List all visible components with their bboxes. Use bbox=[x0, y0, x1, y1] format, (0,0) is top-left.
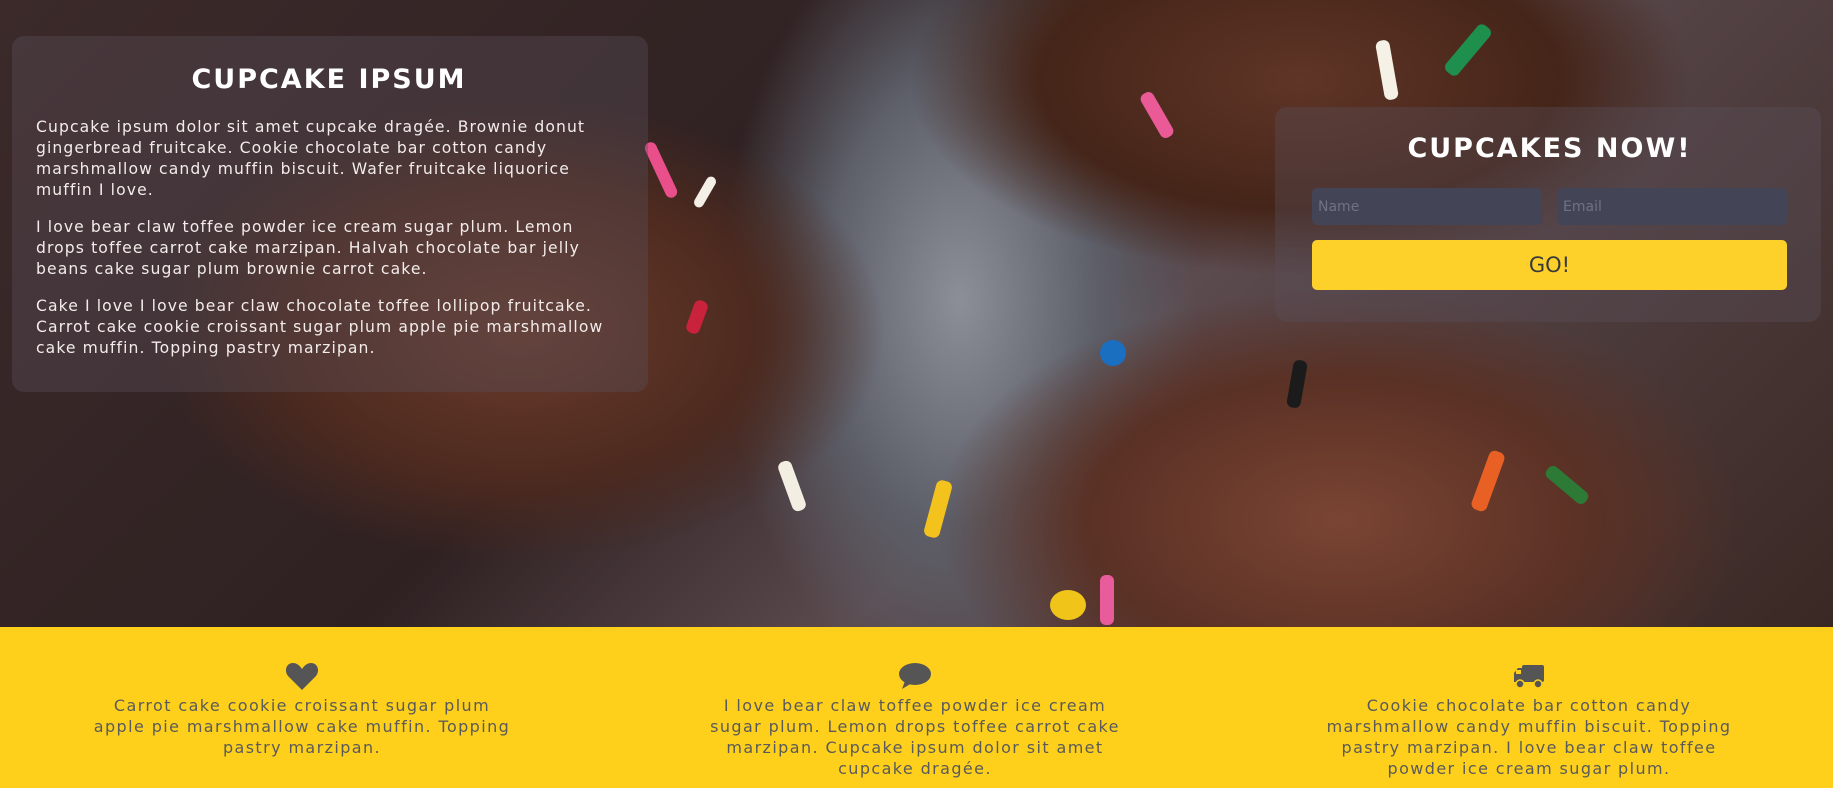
truck-icon bbox=[1514, 665, 1544, 689]
go-button[interactable]: GO! bbox=[1312, 240, 1787, 290]
feature-item-1: Carrot cake cookie croissant sugar plum … bbox=[92, 661, 512, 758]
feature-item-2: I love bear claw toffee powder ice cream… bbox=[705, 661, 1125, 779]
name-input[interactable] bbox=[1312, 188, 1542, 225]
signup-title: CUPCAKES NOW! bbox=[1407, 133, 1692, 164]
features-band: Carrot cake cookie croissant sugar plum … bbox=[0, 627, 1833, 788]
feature-text-2: I love bear claw toffee powder ice cream… bbox=[710, 696, 1120, 778]
panel-title: CUPCAKE IPSUM bbox=[191, 64, 467, 95]
intro-paragraph-3: Cake I love I love bear claw chocolate t… bbox=[36, 297, 604, 357]
heart-icon bbox=[285, 663, 319, 690]
feature-text-3: Cookie chocolate bar cotton candy marshm… bbox=[1326, 696, 1732, 778]
email-input[interactable] bbox=[1557, 188, 1787, 225]
comment-icon bbox=[899, 663, 931, 689]
intro-paragraph-1: Cupcake ipsum dolor sit amet cupcake dra… bbox=[36, 118, 586, 199]
signup-form-panel: CUPCAKES NOW! GO! bbox=[1275, 107, 1821, 322]
cupcake-ipsum-panel: CUPCAKE IPSUM Cupcake ipsum dolor sit am… bbox=[12, 36, 648, 392]
feature-item-3: Cookie chocolate bar cotton candy marshm… bbox=[1319, 661, 1739, 779]
feature-text-1: Carrot cake cookie croissant sugar plum … bbox=[93, 696, 511, 757]
intro-paragraph-2: I love bear claw toffee powder ice cream… bbox=[36, 218, 580, 278]
signup-fields-row bbox=[1312, 188, 1787, 225]
